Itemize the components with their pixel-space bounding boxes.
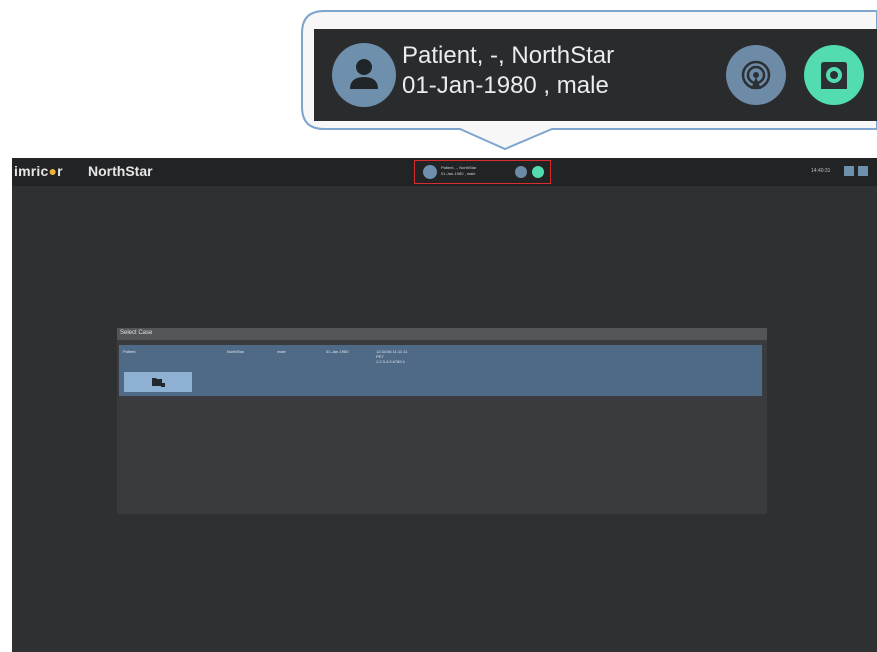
patient-banner[interactable]: Patient, -, NorthStar 01-Jan-1980 , male — [414, 160, 551, 184]
patient-banner-info: Patient, -, NorthStar 01-Jan-1980 , male — [441, 165, 476, 177]
minimize-button[interactable] — [844, 166, 854, 176]
app-title: NorthStar — [88, 163, 153, 179]
top-bar: imric●r NorthStar Patient, -, NorthStar … — [12, 158, 877, 186]
clock: 14:40:31 — [811, 168, 831, 174]
callout-patient-bar: Patient, -, NorthStar 01-Jan-1980 , male — [314, 29, 877, 121]
case-patient-id: NorthStar — [227, 349, 245, 354]
scanner-icon[interactable] — [804, 45, 864, 105]
case-study-info: 12:34:56 11:11:11 PET 1.2.3.4.5.6789.1 — [376, 349, 407, 364]
case-study-line: 1.2.3.4.5.6789.1 — [376, 359, 405, 364]
scanner-icon[interactable] — [532, 166, 544, 178]
dialog-title: Select Case — [120, 330, 153, 336]
case-patient-sex: male — [277, 349, 286, 354]
app-logo: imric●r — [14, 163, 63, 179]
case-patient-name: Patient — [123, 349, 136, 354]
dialog-header: Select Case — [117, 328, 767, 340]
select-case-dialog: Select Case Patient NorthStar male 01-Ja… — [117, 328, 767, 514]
callout-patient-info: Patient, -, NorthStar 01-Jan-1980 , male — [402, 41, 614, 101]
case-patient-dob: 01-Jan-1980 — [326, 349, 349, 354]
app-window: imric●r NorthStar Patient, -, NorthStar … — [12, 158, 877, 652]
broadcast-icon[interactable] — [726, 45, 786, 105]
folder-open-icon — [152, 378, 165, 387]
open-case-button[interactable] — [124, 372, 192, 392]
callout-patient-name: Patient, -, NorthStar — [402, 42, 615, 69]
person-icon — [332, 43, 396, 107]
zoom-callout: Patient, -, NorthStar 01-Jan-1980 , male — [300, 9, 877, 154]
case-row[interactable]: Patient NorthStar male 01-Jan-1980 12:34… — [119, 345, 762, 396]
broadcast-icon[interactable] — [515, 166, 527, 178]
callout-patient-dob: 01-Jan-1980 , male — [402, 72, 609, 99]
close-button[interactable] — [858, 166, 868, 176]
patient-banner-dob: 01-Jan-1980 , male — [441, 171, 476, 176]
person-icon — [423, 165, 437, 179]
